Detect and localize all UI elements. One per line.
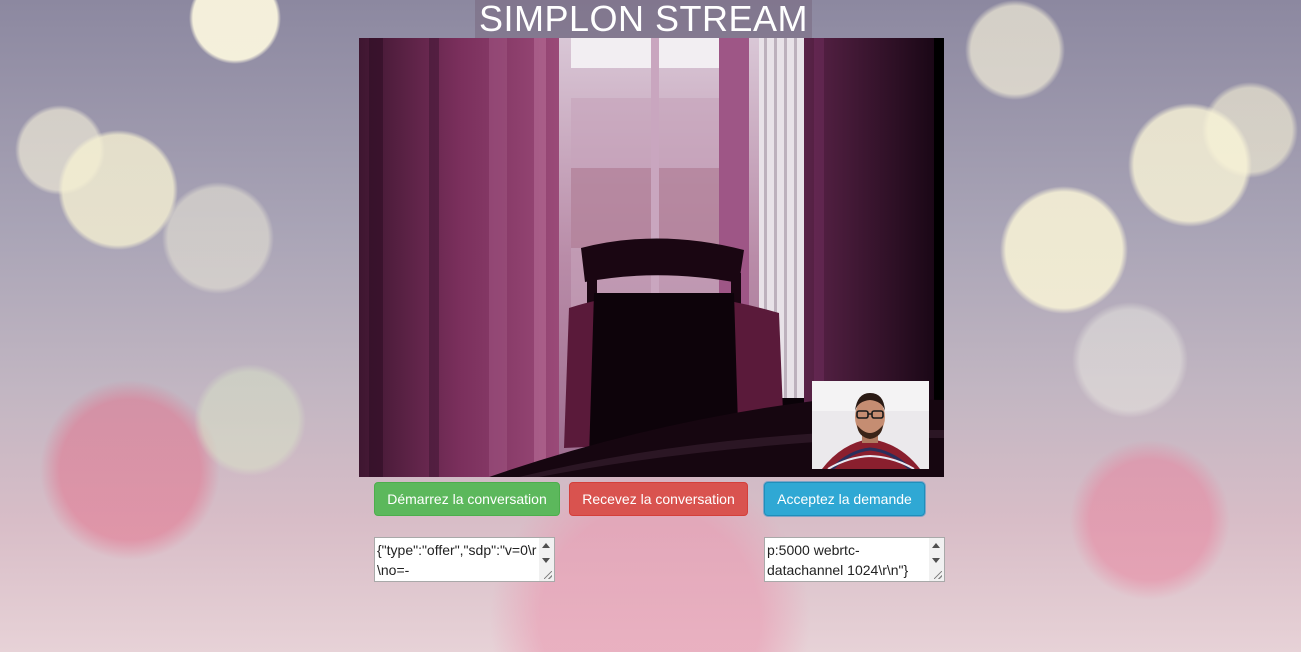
app-title-text: SIMPLON STREAM [474, 0, 813, 39]
app-title: SIMPLON STREAM [0, 0, 1287, 39]
resize-grip-icon[interactable] [544, 571, 552, 579]
answer-textarea[interactable]: p:5000 webrtc- datachannel 1024\r\n"} [764, 537, 945, 582]
scroll-up-arrow-icon[interactable] [932, 543, 940, 548]
offer-text: {"type":"offer","sdp":"v=0\r\no=- [377, 542, 537, 578]
scroll-up-arrow-icon[interactable] [542, 543, 550, 548]
receive-conversation-button[interactable]: Recevez la conversation [569, 482, 748, 516]
resize-grip-icon[interactable] [934, 571, 942, 579]
scroll-down-arrow-icon[interactable] [932, 558, 940, 563]
local-video [812, 381, 929, 469]
answer-line-1: p:5000 webrtc- [767, 542, 860, 558]
start-conversation-button[interactable]: Démarrez la conversation [374, 482, 560, 516]
local-video-frame [812, 381, 929, 469]
accept-request-button[interactable]: Acceptez la demande [764, 482, 925, 516]
offer-textarea[interactable]: {"type":"offer","sdp":"v=0\r\no=- [374, 537, 555, 582]
answer-line-2: datachannel 1024\r\n"} [767, 562, 909, 578]
scroll-down-arrow-icon[interactable] [542, 558, 550, 563]
